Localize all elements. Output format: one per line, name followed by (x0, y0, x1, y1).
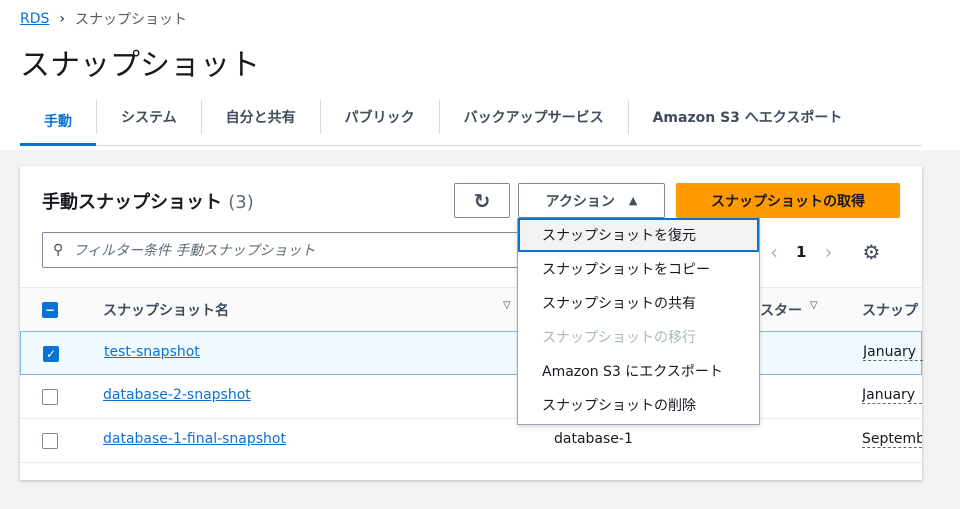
search-input[interactable]: ⚲ フィルター条件 手動スナップショット (42, 232, 532, 268)
tab-s3-export[interactable]: Amazon S3 へエクスポート (627, 100, 867, 134)
snapshot-link[interactable]: test-snapshot (104, 344, 200, 360)
table-row[interactable]: database-1-final-snapshot database-1 Sep… (20, 419, 922, 463)
actions-label: アクション (545, 193, 615, 210)
menu-restore[interactable]: スナップショットを復元 (518, 218, 759, 252)
pagination: ‹ 1 › ⚙ (770, 240, 880, 264)
tab-backup[interactable]: バックアップサービス (438, 100, 628, 134)
sort-icon[interactable]: ▽ (810, 300, 818, 311)
tabs: 手動 システム 自分と共有 パブリック バックアップサービス Amazon S3… (20, 98, 922, 146)
actions-menu: スナップショットを復元 スナップショットをコピー スナップショットの共有 スナッ… (517, 218, 760, 425)
snapshot-link[interactable]: database-2-snapshot (103, 387, 251, 403)
column-name[interactable]: スナップショット名 (103, 300, 229, 320)
menu-share[interactable]: スナップショットの共有 (518, 286, 759, 320)
page-number[interactable]: 1 (796, 243, 806, 261)
refresh-icon: ↻ (473, 188, 491, 213)
snapshot-count: (3) (228, 192, 254, 213)
chevron-right-icon: › (59, 11, 66, 27)
breadcrumb-rds[interactable]: RDS (20, 11, 49, 27)
table-row[interactable]: ✓ test-snapshot January (20, 331, 923, 375)
actions-button[interactable]: アクション ▲ (518, 183, 665, 218)
tab-shared[interactable]: 自分と共有 (200, 100, 320, 134)
menu-delete[interactable]: スナップショットの削除 (518, 388, 759, 422)
panel-title: 手動スナップショット (3) (42, 192, 254, 213)
next-page-icon[interactable]: › (824, 240, 832, 264)
prev-page-icon[interactable]: ‹ (770, 240, 778, 264)
menu-export-s3[interactable]: Amazon S3 にエクスポート (518, 354, 759, 388)
snapshot-link[interactable]: database-1-final-snapshot (103, 431, 286, 447)
snapshot-date: January (863, 344, 923, 361)
row-checkbox[interactable] (42, 433, 58, 449)
breadcrumb: RDS › スナップショット (20, 9, 187, 29)
page-title: スナップショット (20, 48, 260, 83)
tab-system[interactable]: システム (96, 100, 201, 134)
search-placeholder: フィルター条件 手動スナップショット (73, 243, 316, 259)
column-instance[interactable]: スター (760, 300, 802, 320)
row-checkbox[interactable] (42, 389, 58, 405)
search-icon: ⚲ (53, 242, 64, 258)
caret-up-icon: ▲ (628, 194, 638, 207)
column-snapshot-time[interactable]: スナップ (862, 300, 918, 320)
snapshots-panel: 手動スナップショット (3) ↻ アクション ▲ スナップショットの取得 ⚲ フィル… (20, 166, 923, 480)
take-snapshot-button[interactable]: スナップショットの取得 (676, 183, 900, 218)
table-header: − スナップショット名 ▽ スター ▽ スナップ (20, 287, 922, 331)
menu-copy[interactable]: スナップショットをコピー (518, 252, 759, 286)
tab-public[interactable]: パブリック (319, 100, 439, 134)
settings-icon[interactable]: ⚙ (862, 240, 880, 264)
table-row[interactable]: database-2-snapshot January (20, 375, 922, 419)
refresh-button[interactable]: ↻ (454, 183, 510, 218)
row-checkbox[interactable]: ✓ (43, 346, 59, 362)
menu-migrate: スナップショットの移行 (542, 330, 696, 346)
snapshot-date: January (862, 387, 922, 404)
sort-icon[interactable]: ▽ (503, 300, 511, 311)
tab-manual[interactable]: 手動 (20, 98, 96, 146)
snapshot-date: Septemb (862, 431, 922, 448)
instance-name: database-1 (554, 431, 633, 447)
breadcrumb-current: スナップショット (75, 12, 188, 28)
select-all-checkbox[interactable]: − (42, 302, 58, 318)
